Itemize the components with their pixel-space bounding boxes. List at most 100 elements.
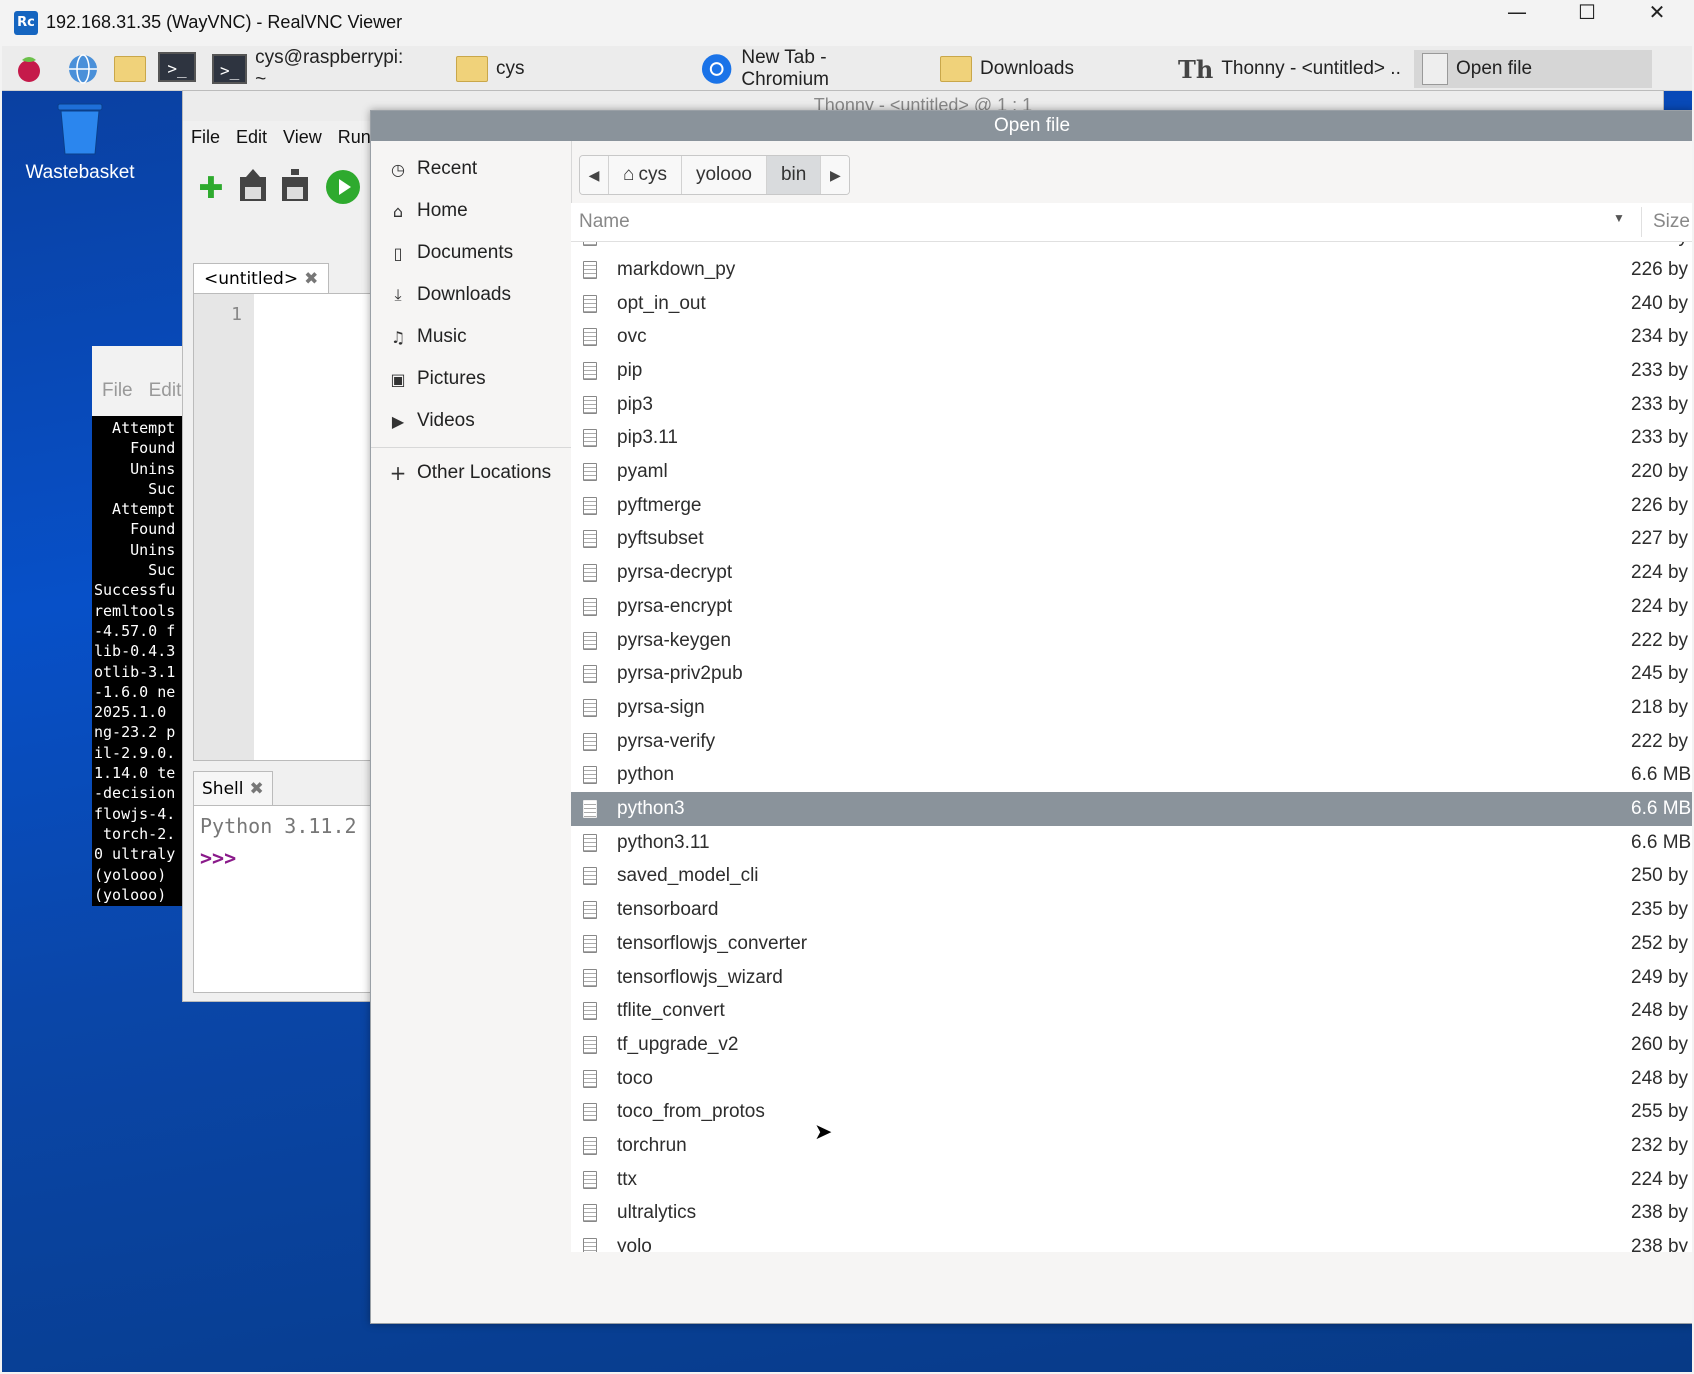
path-crumb-cys[interactable]: ⌂ cys [609,156,682,194]
file-row[interactable]: python3.11 6.6 MB [571,826,1692,860]
file-name: pyrsa-keygen [617,629,732,651]
file-row[interactable]: opt_in_out 240 by [571,287,1692,321]
file-row[interactable]: pyrsa-decrypt 224 by [571,556,1692,590]
taskbar-item-downloads[interactable]: Downloads [932,50,1092,88]
file-row[interactable]: pyrsa-sign 218 by [571,691,1692,725]
path-crumb-yolooo[interactable]: yolooo [681,156,767,194]
minimize-button[interactable]: — [1482,0,1552,46]
terminal-window[interactable]: File Edit Attempt Found Unins Suc Attemp… [92,346,192,906]
file-size: 233 by [1631,393,1689,415]
file-row[interactable]: pyaml 220 by [571,455,1692,489]
terminal-line: lib-0.4.3 [94,642,176,661]
file-row[interactable]: pyftmerge 226 by [571,489,1692,523]
file-row[interactable]: toco_from_protos 255 by [571,1096,1692,1130]
file-name: ttx [617,1168,638,1190]
file-row[interactable]: tensorboard 235 by [571,893,1692,927]
file-icon [583,463,597,482]
file-row[interactable]: tf_upgrade_v2 260 by [571,1028,1692,1062]
file-name: tensorflowjs_wizard [617,966,783,988]
thonny-menu-view[interactable]: View [283,127,322,148]
file-size: 248 by [1631,1067,1689,1089]
file-icon [583,1002,597,1021]
wastebasket-desktop-icon[interactable]: Wastebasket [20,102,140,184]
remote-desktop[interactable]: >_ >_ cys@raspberrypi: ~ cys New Tab - C… [2,46,1692,1372]
close-button[interactable]: ✕ [1622,0,1692,46]
taskbar-item-cys[interactable]: cys [448,50,568,88]
open-file-dialog[interactable]: Open file ◷ Recent ⌂ Home ▯ Documents ⤓ Down… [370,110,1692,1324]
file-row[interactable]: markdown_py 226 by [571,253,1692,287]
file-name: toco [617,1067,653,1089]
terminal-menu-file[interactable]: File [102,380,133,416]
file-icon [583,328,597,347]
file-name: tensorboard [617,899,719,921]
path-crumb-bin[interactable]: bin [766,156,822,194]
place-videos[interactable]: ▶ Videos [371,399,571,443]
file-row[interactable]: pip3.11 233 by [571,422,1692,456]
raspberry-menu-icon[interactable] [12,52,46,86]
close-tab-icon[interactable]: ✖ [304,264,318,294]
thonny-menu-edit[interactable]: Edit [236,127,267,148]
file-row[interactable]: ultralytics 238 by [571,1197,1692,1231]
file-row[interactable]: yolo 238 by [571,1230,1692,1252]
thonny-menu-run[interactable]: Run [338,127,371,148]
terminal-menu-edit[interactable]: Edit [149,380,182,416]
file-row[interactable]: pyrsa-priv2pub 245 by [571,657,1692,691]
file-icon [583,597,597,616]
terminal-launcher-icon[interactable]: >_ [158,52,196,86]
file-row[interactable]: pip3 233 by [571,388,1692,422]
taskbar-item-thonny[interactable]: Th Thonny - <untitled> .. [1170,50,1410,88]
file-list[interactable]: markdown-it232 bymarkdown_py226 byopt_in… [571,242,1692,1252]
path-forward-button[interactable]: ▶ [821,156,850,194]
place-other-locations[interactable]: + Other Locations [371,451,571,495]
run-icon[interactable] [323,169,363,209]
file-row[interactable]: markdown-it232 by [571,242,1692,254]
open-file-icon[interactable] [233,169,273,209]
place-music[interactable]: ♫ Music [371,315,571,359]
new-file-icon[interactable]: ✚ [191,169,231,209]
place-pictures[interactable]: ▣ Pictures [371,357,571,401]
terminal-line: remltools [94,601,176,620]
thonny-menu-file[interactable]: File [191,127,220,148]
terminal-line: 0 ultraly [94,845,176,864]
shell-tab[interactable]: Shell ✖ [193,771,273,806]
video-icon: ▶ [391,411,405,431]
file-name: saved_model_cli [617,865,759,887]
save-file-icon[interactable] [275,169,315,209]
path-back-button[interactable]: ◀ [580,156,609,194]
place-home[interactable]: ⌂ Home [371,189,571,233]
file-name: pyftsubset [617,528,704,550]
close-tab-icon[interactable]: ✖ [249,772,263,806]
place-downloads[interactable]: ⤓ Downloads [371,273,571,317]
file-row[interactable]: python 6.6 MB [571,759,1692,793]
taskbar-item-open-file[interactable]: Open file [1414,50,1652,88]
editor-tab-untitled[interactable]: <untitled> ✖ [193,263,330,294]
file-row[interactable]: torchrun 232 by [571,1129,1692,1163]
file-row[interactable]: toco 248 by [571,1062,1692,1096]
browser-launcher-icon[interactable] [66,52,100,86]
place-recent[interactable]: ◷ Recent [371,147,571,191]
file-row[interactable]: python3 6.6 MB [571,792,1692,826]
taskbar-item-chromium[interactable]: New Tab - Chromium [692,47,924,90]
taskbar-item-terminal[interactable]: >_ cys@raspberrypi: ~ [204,47,414,90]
file-name: markdown-it [617,242,1631,248]
file-row[interactable]: pyftsubset 227 by [571,523,1692,557]
file-row[interactable]: pip 233 by [571,354,1692,388]
sort-arrow-icon[interactable]: ▼ [1613,211,1625,225]
file-row[interactable]: tensorflowjs_wizard 249 by [571,961,1692,995]
file-row[interactable]: tflite_convert 248 by [571,994,1692,1028]
file-row[interactable]: tensorflowjs_converter 252 by [571,927,1692,961]
file-row[interactable]: ttx 224 by [571,1163,1692,1197]
file-icon [583,631,597,650]
size-column-header[interactable]: Size [1653,211,1690,233]
name-column-header[interactable]: Name [579,211,630,233]
file-size: 224 by [1631,1168,1689,1190]
file-name: opt_in_out [617,292,706,314]
file-row[interactable]: pyrsa-encrypt 224 by [571,590,1692,624]
maximize-button[interactable]: ☐ [1552,0,1622,46]
place-documents[interactable]: ▯ Documents [371,231,571,275]
file-row[interactable]: ovc 234 by [571,320,1692,354]
file-row[interactable]: pyrsa-verify 222 by [571,725,1692,759]
file-row[interactable]: saved_model_cli 250 by [571,860,1692,894]
file-manager-launcher-icon[interactable] [114,56,148,90]
file-row[interactable]: pyrsa-keygen 222 by [571,624,1692,658]
